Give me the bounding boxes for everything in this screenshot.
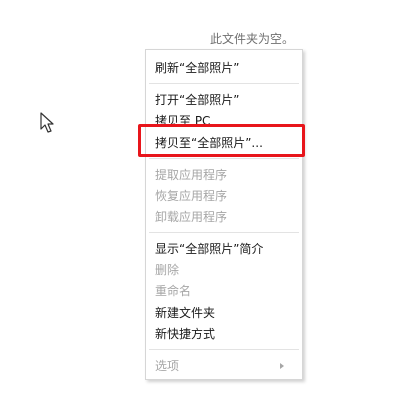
context-menu: 刷新“全部照片” 打开“全部照片” 拷贝至 PC 拷贝至“全部照片”... 提取… — [145, 49, 303, 380]
menu-item-open[interactable]: 打开“全部照片” — [155, 90, 294, 110]
menu-item-copy-to-pc[interactable]: 拷贝至 PC — [155, 111, 294, 131]
menu-item-new-folder[interactable]: 新建文件夹 — [155, 303, 294, 323]
menu-item-options-label: 选项 — [155, 359, 180, 373]
menu-separator — [149, 83, 299, 84]
menu-item-uninstall-app: 卸载应用程序 — [155, 210, 228, 224]
menu-item-restore-app: 恢复应用程序 — [155, 189, 228, 203]
menu-item-refresh[interactable]: 刷新“全部照片” — [155, 58, 294, 78]
menu-item-show-info[interactable]: 显示“全部照片”简介 — [155, 239, 294, 259]
menu-item-copy-to[interactable]: 拷贝至“全部照片”... — [155, 133, 294, 153]
menu-item-extract-app: 提取应用程序 — [155, 168, 228, 182]
menu-separator — [149, 158, 299, 159]
mouse-pointer-icon — [40, 112, 54, 133]
chevron-right-icon — [280, 363, 284, 369]
menu-item-new-shortcut[interactable]: 新快捷方式 — [155, 324, 294, 344]
menu-item-options: 选项 — [155, 356, 294, 376]
menu-separator — [149, 349, 299, 350]
empty-folder-message: 此文件夹为空。 — [210, 32, 295, 46]
menu-item-delete: 删除 — [155, 263, 180, 277]
explorer-empty-area[interactable]: 此文件夹为空。 刷新“全部照片” 打开“全部照片” 拷贝至 PC 拷贝至“全部照… — [0, 0, 404, 415]
menu-separator — [149, 232, 299, 233]
menu-item-rename: 重命名 — [155, 284, 192, 298]
